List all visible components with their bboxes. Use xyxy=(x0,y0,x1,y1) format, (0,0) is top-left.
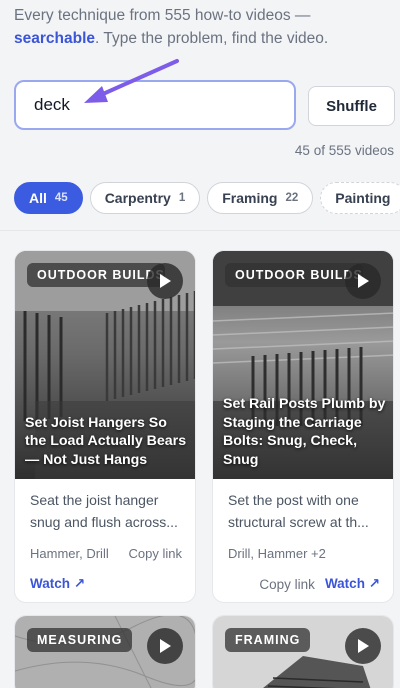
video-card[interactable]: OUTDOOR BUILDS Set Rail Posts Plumb by S… xyxy=(212,250,394,603)
video-thumbnail[interactable]: FRAMING xyxy=(213,616,393,688)
category-badge: OUTDOOR BUILDS xyxy=(27,263,165,287)
copy-link-button[interactable]: Copy link xyxy=(259,577,315,592)
video-card[interactable]: FRAMING xyxy=(212,615,394,688)
play-icon[interactable] xyxy=(147,628,183,664)
video-card[interactable]: OUTDOOR BUILDS Set Joist Hangers So the … xyxy=(14,250,196,603)
video-card[interactable]: MEASURING xyxy=(14,615,196,688)
chip-label: Painting xyxy=(335,190,391,206)
video-thumbnail[interactable]: OUTDOOR BUILDS Set Joist Hangers So the … xyxy=(15,251,195,479)
play-icon[interactable] xyxy=(345,263,381,299)
video-title: Set Joist Hangers So the Load Actually B… xyxy=(25,414,187,468)
chip-count: 22 xyxy=(285,192,299,204)
video-title: Set Rail Posts Plumb by Staging the Carr… xyxy=(223,396,386,468)
shuffle-button[interactable]: Shuffle xyxy=(308,86,395,126)
category-badge: OUTDOOR BUILDS xyxy=(225,263,363,287)
intro-highlight: searchable xyxy=(14,30,95,47)
copy-link-button[interactable]: Copy link xyxy=(129,546,182,561)
chip-label: Carpentry xyxy=(104,190,171,206)
filter-chip-framing[interactable]: Framing 22 xyxy=(207,182,314,214)
annotation-arrow-icon xyxy=(84,59,179,103)
video-description: Seat the joist hanger snug and flush acr… xyxy=(30,492,178,530)
filter-chips: All 45 Carpentry 1 Framing 22 Painting xyxy=(14,182,400,214)
video-thumbnail[interactable]: OUTDOOR BUILDS Set Rail Posts Plumb by S… xyxy=(213,251,393,479)
video-tools: Hammer, Drill xyxy=(30,546,109,561)
watch-link[interactable]: Watch ↗ xyxy=(325,576,380,592)
chip-label: Framing xyxy=(222,190,278,206)
chip-label: All xyxy=(29,190,47,206)
video-thumbnail[interactable]: MEASURING xyxy=(15,616,195,688)
intro-text: Every technique from 555 how-to videos —… xyxy=(14,4,394,50)
watch-link[interactable]: Watch ↗ xyxy=(30,576,85,592)
intro-rest: . Type the problem, find the video. xyxy=(95,30,329,47)
intro-line1: Every technique from 555 how-to videos — xyxy=(14,7,311,24)
chip-count: 1 xyxy=(178,192,186,204)
filter-chip-carpentry[interactable]: Carpentry 1 xyxy=(89,182,201,214)
filter-chip-all[interactable]: All 45 xyxy=(14,182,83,214)
play-icon[interactable] xyxy=(147,263,183,299)
divider xyxy=(0,230,400,231)
filter-chip-painting[interactable]: Painting xyxy=(320,182,400,214)
video-tools: Drill, Hammer +2 xyxy=(228,546,326,561)
chip-count: 45 xyxy=(54,192,68,204)
category-badge: MEASURING xyxy=(27,628,133,652)
video-description: Set the post with one structural screw a… xyxy=(228,492,369,530)
category-badge: FRAMING xyxy=(225,628,311,652)
play-icon[interactable] xyxy=(345,628,381,664)
results-count: 45 of 555 videos xyxy=(294,143,394,158)
